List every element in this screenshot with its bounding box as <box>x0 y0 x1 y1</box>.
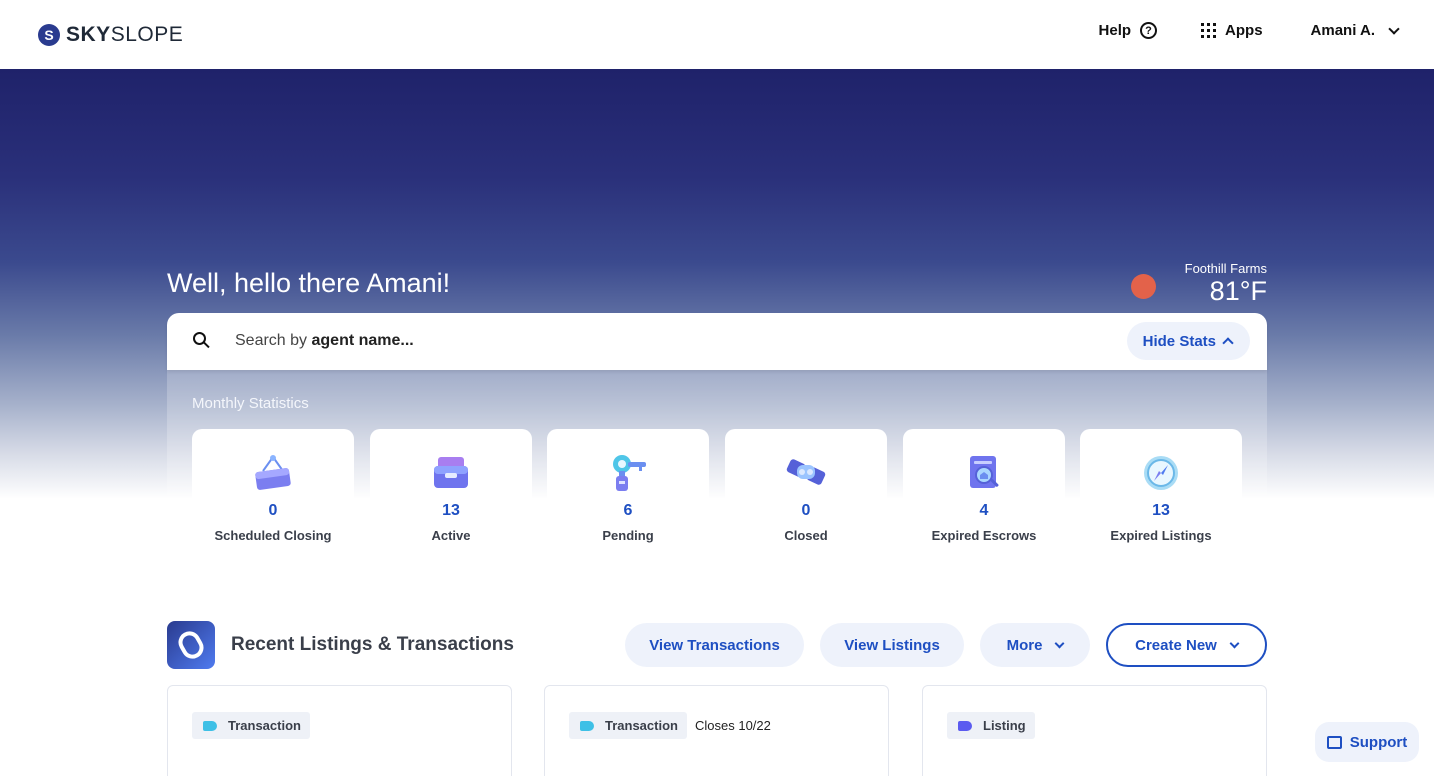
chevron-up-icon <box>1222 337 1234 349</box>
chevron-down-icon <box>1054 638 1065 648</box>
stat-value: 13 <box>442 502 460 519</box>
stat-value: 0 <box>801 502 811 519</box>
stat-value: 6 <box>623 502 633 519</box>
card-type-tag: Listing <box>947 712 1035 739</box>
stat-label: Expired Escrows <box>931 528 1037 543</box>
document-search-icon <box>970 456 999 488</box>
recent-card[interactable]: Listing <box>922 685 1267 776</box>
weather-sun-icon <box>1131 274 1156 299</box>
stat-label: Active <box>431 528 471 543</box>
more-button[interactable]: More <box>980 623 1090 667</box>
greeting: Well, hello there Amani! <box>167 268 451 298</box>
stat-card-expired-escrows[interactable]: 4 Expired Escrows <box>903 429 1065 557</box>
support-label: Support <box>1349 733 1408 751</box>
stats-title: Monthly Statistics <box>192 395 309 412</box>
logo-mark-icon: S <box>38 24 60 46</box>
view-transactions-label: View Transactions <box>649 636 780 654</box>
more-label: More <box>1006 636 1043 654</box>
compass-icon <box>1144 456 1178 490</box>
stat-card-active[interactable]: 13 Active <box>370 429 532 557</box>
view-transactions-button[interactable]: View Transactions <box>625 623 804 667</box>
monthly-stats-panel: Monthly Statistics 0 Scheduled Closing 1… <box>167 370 1267 565</box>
tag-label: Transaction <box>605 718 678 733</box>
stat-card-scheduled-closing[interactable]: 0 Scheduled Closing <box>192 429 354 557</box>
mailbox-icon <box>434 457 468 488</box>
stat-label: Scheduled Closing <box>214 528 332 543</box>
stat-card-pending[interactable]: 6 Pending <box>547 429 709 557</box>
top-nav: Help ? Apps Amani A. <box>1099 22 1400 39</box>
handshake-icon <box>786 459 826 485</box>
skyslope-app-icon <box>167 621 215 669</box>
weather-location: Foothill Farms <box>1184 261 1267 276</box>
hide-stats-button[interactable]: Hide Stats <box>1126 322 1250 360</box>
stat-value: 13 <box>1152 502 1170 519</box>
hide-stats-label: Hide Stats <box>1142 332 1216 350</box>
recent-section-title: Recent Listings & Transactions <box>231 634 514 655</box>
stat-card-expired-listings[interactable]: 13 Expired Listings <box>1080 429 1242 557</box>
recent-card[interactable]: Transaction <box>167 685 512 776</box>
stat-label: Expired Listings <box>1110 528 1212 543</box>
chevron-down-icon <box>1229 638 1240 648</box>
view-listings-label: View Listings <box>844 636 940 654</box>
view-listings-button[interactable]: View Listings <box>820 623 964 667</box>
tag-icon <box>580 721 594 731</box>
tag-icon <box>958 721 972 731</box>
top-bar: S SKYSLOPE Help ? Apps Amani A. <box>0 0 1434 69</box>
question-circle-icon: ? <box>1140 22 1158 39</box>
weather-temperature: 81°F <box>1209 276 1267 306</box>
card-type-tag: Transaction <box>569 712 687 739</box>
skyslope-logo[interactable]: S SKYSLOPE <box>38 23 183 47</box>
card-close-date: Closes 10/22 <box>695 718 771 733</box>
user-name: Amani A. <box>1310 22 1375 39</box>
stat-label: Pending <box>602 528 654 543</box>
help-button[interactable]: Help ? <box>1099 22 1158 39</box>
search-icon <box>193 332 210 349</box>
chat-bubble-icon <box>1326 735 1342 749</box>
stat-value: 0 <box>268 502 278 519</box>
help-label: Help <box>1098 22 1132 39</box>
tag-icon <box>203 721 217 731</box>
logo-text: SKYSLOPE <box>66 23 184 46</box>
card-type-tag: Transaction <box>192 712 310 739</box>
key-icon <box>613 455 646 491</box>
user-menu[interactable]: Amani A. <box>1310 22 1400 39</box>
support-button[interactable]: Support <box>1315 722 1419 762</box>
tag-label: Transaction <box>228 718 301 733</box>
apps-button[interactable]: Apps <box>1201 22 1263 39</box>
stat-value: 4 <box>979 502 989 519</box>
create-new-button[interactable]: Create New <box>1106 623 1267 667</box>
create-new-label: Create New <box>1135 636 1217 654</box>
apps-grid-icon <box>1201 23 1217 38</box>
recent-card[interactable]: Transaction Closes 10/22 <box>544 685 889 776</box>
hanging-sign-icon <box>255 455 291 490</box>
search-bar: Search by agent name... Hide Stats <box>167 313 1267 370</box>
stat-card-closed[interactable]: 0 Closed <box>725 429 887 557</box>
tag-label: Listing <box>983 718 1026 733</box>
apps-label: Apps <box>1225 22 1263 39</box>
stat-label: Closed <box>784 528 828 543</box>
chevron-down-icon <box>1388 22 1400 35</box>
search-input[interactable]: Search by agent name... <box>235 332 414 350</box>
